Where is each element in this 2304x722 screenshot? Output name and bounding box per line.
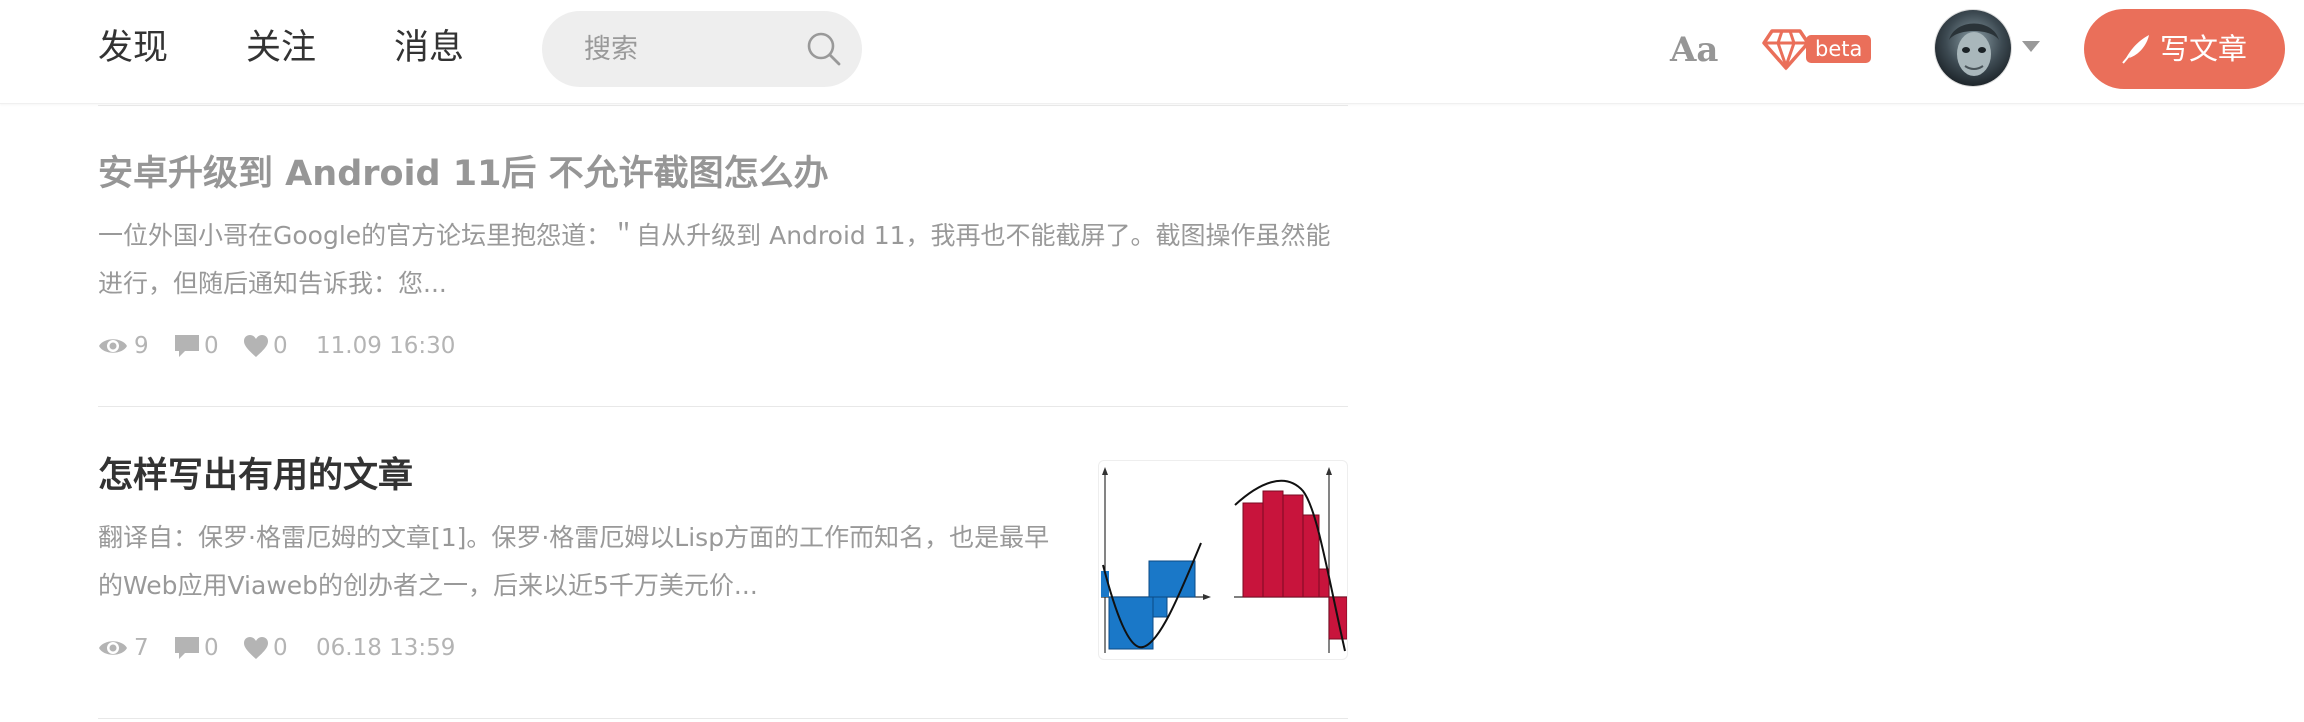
nav-messages[interactable]: 消息 [394, 24, 464, 72]
divider [98, 718, 1348, 719]
font-size-toggle[interactable]: Aa [1670, 26, 1718, 74]
article-abstract: 翻译自：保罗·格雷厄姆的文章[1]。保罗·格雷厄姆以Lisp方面的工作而知名，也… [98, 523, 1050, 600]
article-item: 怎样写出有用的文章 翻译自：保罗·格雷厄姆的文章[1]。保罗·格雷厄姆以Lisp… [98, 452, 1348, 719]
nav-follow[interactable]: 关注 [246, 24, 316, 72]
user-menu[interactable] [1934, 9, 2044, 89]
comment-icon [175, 637, 199, 659]
thumbnail-image [1101, 467, 1347, 653]
diamond-icon [1762, 29, 1810, 71]
divider [98, 105, 1348, 106]
search-icon [807, 32, 841, 66]
article-abstract: 一位外国小哥在Google的官方论坛里抱怨道：＂自从升级到 Android 11… [98, 221, 1331, 298]
top-navbar: 发现 关注 消息 Aa beta [0, 0, 2304, 104]
publish-time: 11.09 16:30 [316, 333, 456, 359]
heart-icon [244, 335, 268, 357]
caret-down-icon [2022, 41, 2040, 52]
search-input[interactable] [542, 11, 792, 87]
divider [98, 406, 1348, 407]
beta-button[interactable]: beta [1762, 26, 1874, 72]
eye-icon [99, 641, 127, 655]
write-article-label: 写文章 [2160, 32, 2248, 66]
search-button[interactable] [802, 27, 846, 71]
avatar[interactable] [1934, 9, 2012, 87]
nav-discover[interactable]: 发现 [98, 24, 168, 72]
avatar-image [1935, 10, 2011, 86]
article-item: 安卓升级到 Android 11后 不允许截图怎么办 一位外国小哥在Google… [98, 150, 1348, 407]
article-title[interactable]: 安卓升级到 Android 11后 不允许截图怎么办 [98, 150, 1348, 198]
beta-badge: beta [1806, 35, 1872, 63]
heart-icon [244, 637, 268, 659]
feather-pen-icon [2122, 35, 2149, 64]
article-thumbnail[interactable] [1098, 460, 1348, 660]
search-box [542, 11, 862, 87]
publish-time: 06.18 13:59 [316, 635, 456, 661]
comment-icon [175, 335, 199, 357]
write-article-button[interactable]: 写文章 [2084, 9, 2285, 89]
eye-icon [99, 339, 127, 353]
